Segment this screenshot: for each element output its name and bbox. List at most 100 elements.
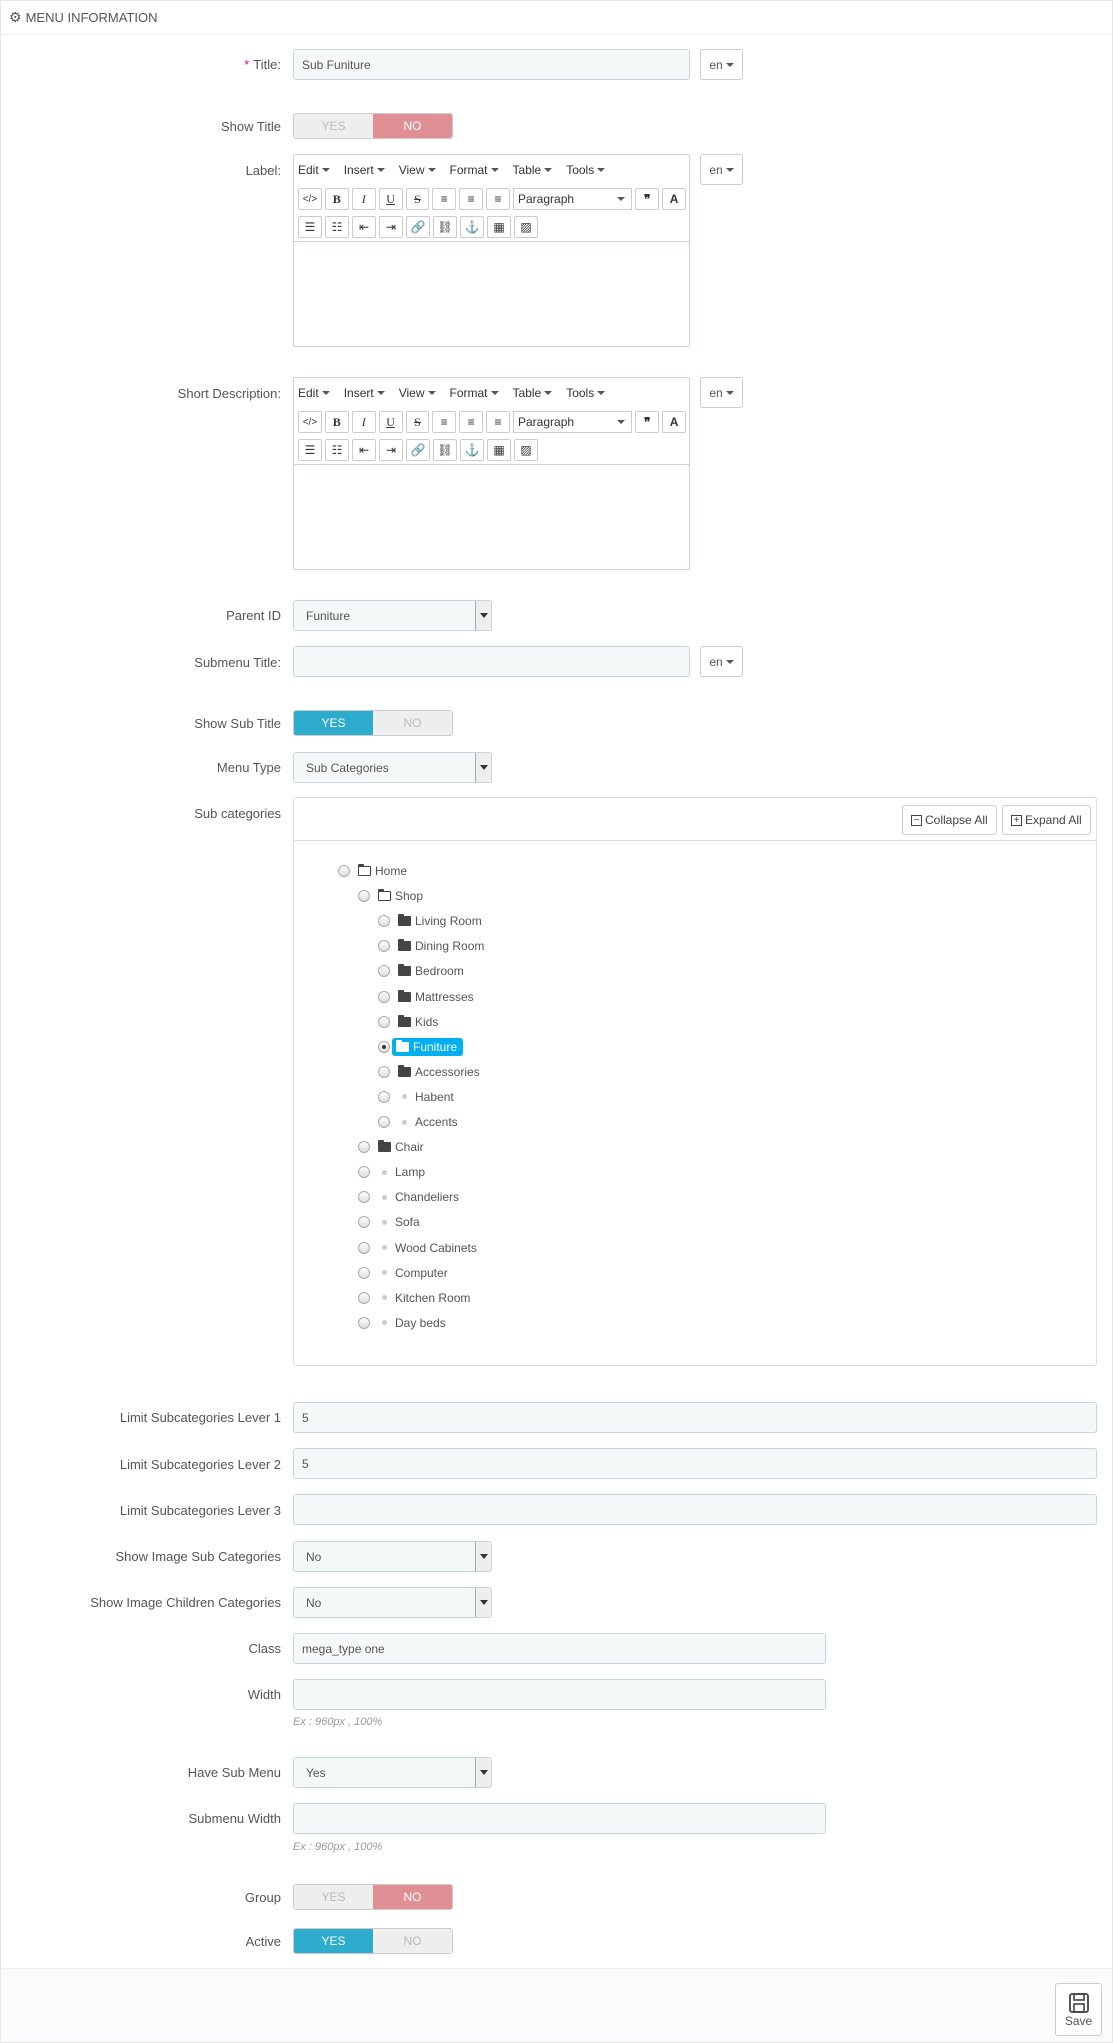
short-description-edit-area[interactable] xyxy=(294,464,689,569)
menu-edit[interactable]: Edit xyxy=(298,386,330,400)
active-yes[interactable]: YES xyxy=(294,1929,373,1953)
menu-insert[interactable]: Insert xyxy=(344,163,385,177)
align-center-icon[interactable]: ≡ xyxy=(459,188,484,210)
show-title-yes[interactable]: YES xyxy=(294,114,373,138)
submenu-width-input[interactable] xyxy=(293,1803,826,1834)
underline-icon[interactable]: U xyxy=(378,411,403,433)
image-icon[interactable]: ▨ xyxy=(514,216,538,238)
title-input[interactable]: Sub Funiture xyxy=(293,49,690,80)
image-icon[interactable]: ▨ xyxy=(514,439,538,461)
limit2-input[interactable]: 5 xyxy=(293,1448,1097,1479)
tree-node-radio[interactable] xyxy=(378,1090,390,1103)
tree-node-radio[interactable] xyxy=(358,1216,370,1229)
text-color-icon[interactable]: A xyxy=(662,411,687,433)
short-description-editor[interactable]: Edit Insert View Format Table Tools </> … xyxy=(293,377,690,570)
bullet-list-icon[interactable]: ☰ xyxy=(298,439,322,461)
have-sub-menu-select[interactable]: Yes xyxy=(293,1757,492,1788)
tree-node[interactable]: Accents xyxy=(378,1112,458,1132)
tree-node-radio[interactable] xyxy=(378,990,390,1003)
tree-node-radio[interactable] xyxy=(378,965,390,978)
parent-id-select[interactable]: Funiture xyxy=(293,600,492,631)
show-image-children-select[interactable]: No xyxy=(293,1587,492,1618)
menu-view[interactable]: View xyxy=(399,163,436,177)
tree-node[interactable]: Kids xyxy=(378,1012,438,1032)
menu-type-select[interactable]: Sub Categories xyxy=(293,752,492,783)
text-color-icon[interactable]: A xyxy=(662,188,687,210)
tree-node[interactable]: Day beds xyxy=(358,1313,446,1333)
menu-edit[interactable]: Edit xyxy=(298,163,330,177)
save-button[interactable]: Save xyxy=(1055,1983,1102,2036)
format-select[interactable]: Paragraph xyxy=(513,411,633,433)
align-right-icon[interactable]: ≡ xyxy=(486,411,510,433)
align-center-icon[interactable]: ≡ xyxy=(459,411,484,433)
tree-node-radio[interactable] xyxy=(358,1316,370,1329)
show-sub-title-switch[interactable]: YES NO xyxy=(293,710,453,736)
bullet-list-icon[interactable]: ☰ xyxy=(298,216,322,238)
menu-tools[interactable]: Tools xyxy=(566,386,606,400)
tree-node[interactable]: Sofa xyxy=(358,1212,420,1232)
group-no[interactable]: NO xyxy=(373,1885,452,1909)
anchor-icon[interactable]: ⚓ xyxy=(460,216,484,238)
blockquote-icon[interactable]: ❞ xyxy=(635,411,660,433)
group-switch[interactable]: YES NO xyxy=(293,1884,453,1910)
tree-node[interactable]: Living Room xyxy=(378,911,482,931)
tree-node-radio[interactable] xyxy=(378,940,390,953)
code-icon[interactable]: </> xyxy=(298,188,322,210)
submenu-title-lang-dropdown[interactable]: en xyxy=(700,646,743,677)
align-right-icon[interactable]: ≡ xyxy=(486,188,510,210)
tree-node[interactable]: Chair xyxy=(358,1137,424,1157)
show-sub-title-yes[interactable]: YES xyxy=(294,711,373,735)
tree-node[interactable]: Wood Cabinets xyxy=(358,1238,477,1258)
show-title-switch[interactable]: YES NO xyxy=(293,113,453,139)
anchor-icon[interactable]: ⚓ xyxy=(460,439,484,461)
expand-all-button[interactable]: + Expand All xyxy=(1002,805,1091,835)
tree-node[interactable]: Chandeliers xyxy=(358,1187,459,1207)
label-lang-dropdown[interactable]: en xyxy=(700,154,743,185)
indent-icon[interactable]: ⇥ xyxy=(379,439,403,461)
media-icon[interactable]: ▦ xyxy=(487,216,511,238)
tree-node-radio[interactable] xyxy=(358,1241,370,1254)
outdent-icon[interactable]: ⇤ xyxy=(352,439,376,461)
tree-node-radio[interactable] xyxy=(358,1191,370,1204)
media-icon[interactable]: ▦ xyxy=(487,439,511,461)
indent-icon[interactable]: ⇥ xyxy=(379,216,403,238)
tree-node-radio[interactable] xyxy=(358,1266,370,1279)
active-no[interactable]: NO xyxy=(373,1929,452,1953)
tree-node[interactable]: Habent xyxy=(378,1087,454,1107)
limit3-input[interactable] xyxy=(293,1494,1097,1525)
unlink-icon[interactable]: ⛓ xyxy=(433,216,457,238)
tree-node[interactable]: Dining Room xyxy=(378,936,484,956)
short-description-lang-dropdown[interactable]: en xyxy=(700,377,743,408)
menu-format[interactable]: Format xyxy=(450,386,499,400)
tree-node[interactable]: Accessories xyxy=(378,1062,480,1082)
show-title-no[interactable]: NO xyxy=(373,114,452,138)
numbered-list-icon[interactable]: ☷ xyxy=(325,439,349,461)
group-yes[interactable]: YES xyxy=(294,1885,373,1909)
unlink-icon[interactable]: ⛓ xyxy=(433,439,457,461)
menu-table[interactable]: Table xyxy=(513,386,553,400)
tree-node-radio[interactable] xyxy=(378,1015,390,1028)
class-input[interactable]: mega_type one xyxy=(293,1633,826,1664)
tree-node-radio[interactable] xyxy=(358,1141,370,1154)
tree-node[interactable]: Lamp xyxy=(358,1162,425,1182)
menu-view[interactable]: View xyxy=(399,386,436,400)
blockquote-icon[interactable]: ❞ xyxy=(635,188,660,210)
tree-node-radio[interactable] xyxy=(378,915,390,928)
tree-node-radio[interactable] xyxy=(378,1040,390,1053)
menu-table[interactable]: Table xyxy=(513,163,553,177)
tree-node[interactable]: Shop xyxy=(358,886,423,906)
bold-icon[interactable]: B xyxy=(324,188,349,210)
format-select[interactable]: Paragraph xyxy=(513,188,633,210)
menu-insert[interactable]: Insert xyxy=(344,386,385,400)
link-icon[interactable]: 🔗 xyxy=(406,439,430,461)
collapse-all-button[interactable]: − Collapse All xyxy=(902,805,997,835)
tree-node-radio[interactable] xyxy=(358,1291,370,1304)
submenu-title-input[interactable] xyxy=(293,646,690,677)
title-lang-dropdown[interactable]: en xyxy=(700,49,743,80)
bold-icon[interactable]: B xyxy=(324,411,349,433)
italic-icon[interactable]: I xyxy=(351,411,376,433)
width-input[interactable] xyxy=(293,1679,826,1710)
strikethrough-icon[interactable]: S xyxy=(405,411,430,433)
active-switch[interactable]: YES NO xyxy=(293,1928,453,1954)
tree-node[interactable]: Kitchen Room xyxy=(358,1288,470,1308)
